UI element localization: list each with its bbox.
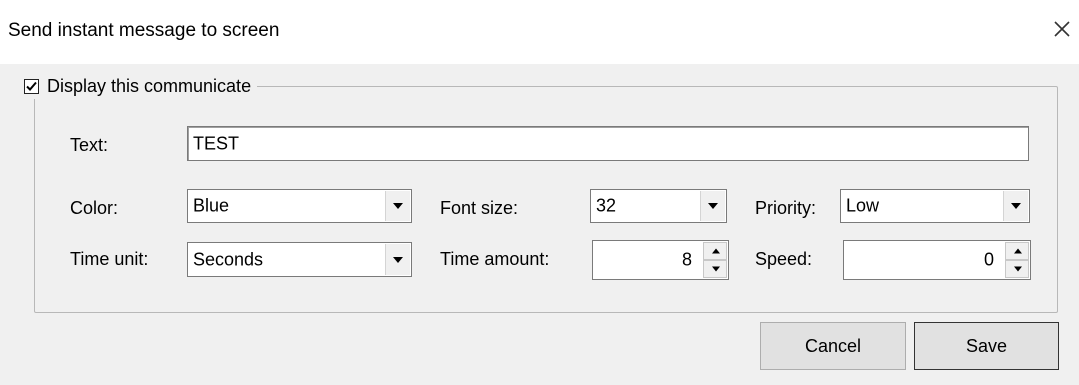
text-input-value: TEST [193,133,240,153]
priority-select[interactable]: Low [840,189,1030,223]
spin-up-icon[interactable] [703,242,727,260]
speed-value: 0 [983,249,994,270]
close-icon[interactable] [1048,15,1076,43]
chevron-down-icon[interactable] [1003,191,1028,221]
color-label: Color: [70,198,119,218]
spin-down-icon[interactable] [703,260,727,278]
display-checkbox[interactable] [24,78,39,94]
text-label: Text: [70,135,109,155]
spin-down-icon[interactable] [1005,260,1029,278]
time-unit-select-value: Seconds [193,249,264,269]
display-checkbox-label: Display this communicate [47,75,252,96]
title-bar: Send instant message to screen [0,0,1079,64]
font-size-select[interactable]: 32 [590,189,727,223]
chevron-down-icon[interactable] [700,191,725,221]
window-title: Send instant message to screen [8,20,280,41]
chevron-down-icon[interactable] [385,244,410,275]
spin-up-icon[interactable] [1005,242,1029,260]
time-unit-select[interactable]: Seconds [187,242,412,277]
time-amount-value: 8 [681,249,692,270]
display-checkbox-row[interactable]: Display this communicate [22,73,258,99]
time-amount-stepper[interactable]: 8 [592,240,729,280]
time-amount-label: Time amount: [440,249,550,269]
text-input[interactable]: TEST [187,126,1029,161]
font-size-select-value: 32 [596,195,617,216]
font-size-label: Font size: [440,198,519,218]
priority-select-value: Low [846,195,880,216]
time-unit-label: Time unit: [70,249,149,269]
priority-label: Priority: [755,198,817,218]
speed-label: Speed: [755,249,813,269]
color-select[interactable]: Blue [187,189,412,223]
cancel-button[interactable]: Cancel [760,322,906,370]
checkmark-icon [26,81,37,91]
save-button[interactable]: Save [914,322,1059,370]
chevron-down-icon[interactable] [385,191,410,221]
speed-stepper[interactable]: 0 [843,240,1031,280]
color-select-value: Blue [193,195,230,216]
